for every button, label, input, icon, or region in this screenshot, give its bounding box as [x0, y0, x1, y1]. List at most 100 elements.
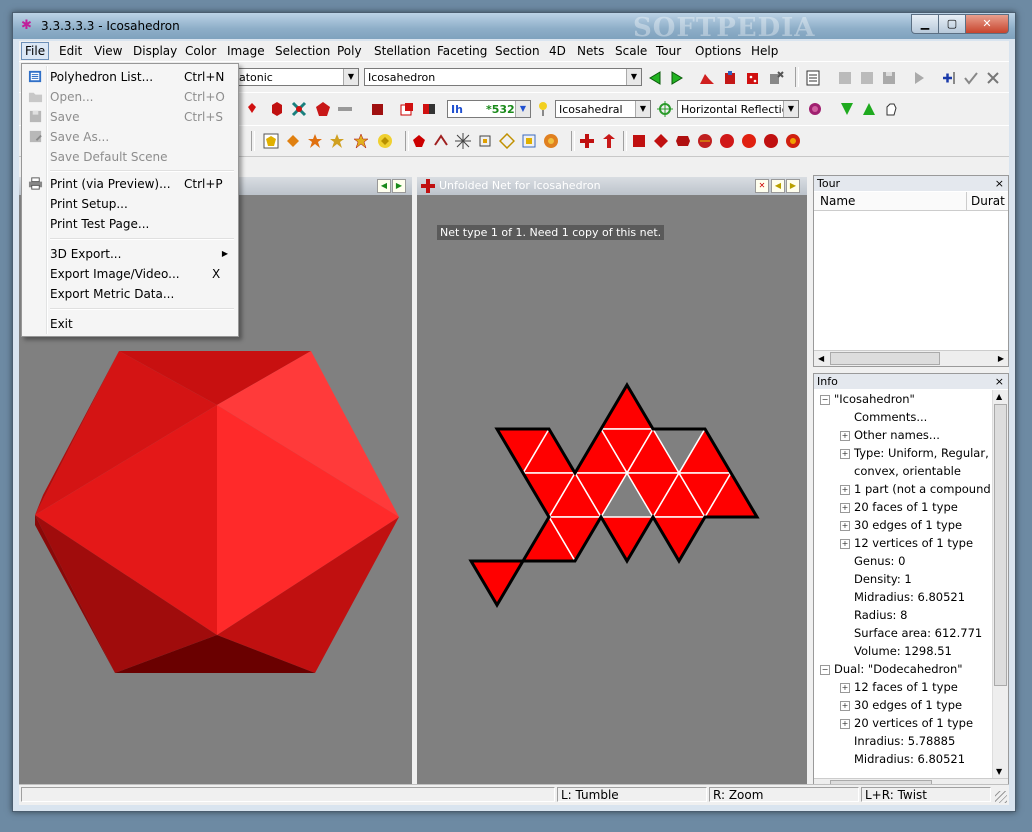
reflection-combo[interactable]: Horizontal Reflection ▼ — [677, 100, 799, 118]
info-vscrollbar[interactable]: ▲ ▼ — [992, 390, 1008, 778]
chevron-down-icon[interactable]: ▼ — [783, 101, 798, 117]
delete-poly-icon[interactable] — [768, 70, 784, 86]
menu-help[interactable]: Help — [751, 44, 778, 58]
symmetry-group-field[interactable]: Ih *532 ▼ — [447, 100, 531, 118]
poly-e-icon[interactable] — [369, 101, 385, 117]
menu-item-3d-export[interactable]: 3D Export... ▶ — [24, 244, 236, 264]
info-tree-item[interactable]: +12 vertices of 1 type — [840, 536, 973, 550]
remove-icon[interactable] — [985, 70, 1001, 86]
edit-icon[interactable] — [837, 70, 853, 86]
expand-icon[interactable]: + — [840, 430, 850, 441]
info-tree-item[interactable]: Comments... — [840, 410, 927, 424]
tour-col-duration[interactable]: Durat — [966, 192, 1005, 210]
net-viewport[interactable]: Unfolded Net for Icosahedron ✕ ◀ ▶ — [417, 177, 807, 795]
facet-a-icon[interactable] — [411, 133, 427, 149]
poly-a-icon[interactable] — [247, 101, 263, 117]
minimize-button[interactable]: ▁ — [911, 14, 939, 34]
net-right-arrow-icon[interactable]: ▶ — [786, 179, 800, 193]
menu-tour[interactable]: Tour — [656, 44, 681, 58]
expand-icon[interactable]: + — [840, 502, 850, 513]
facet-f-icon[interactable] — [521, 133, 537, 149]
info-tree-item[interactable]: +20 faces of 1 type — [840, 500, 958, 514]
maximize-button[interactable]: ▢ — [938, 14, 966, 34]
info-tree-item[interactable]: +30 edges of 1 type — [840, 518, 962, 532]
scroll-up-icon[interactable]: ▲ — [996, 392, 1002, 401]
info-tree-item[interactable]: − "Icosahedron" — [820, 392, 915, 406]
info-tree-item[interactable]: + Type: Uniform, Regular, — [840, 446, 989, 460]
collapse-icon[interactable]: − — [820, 394, 830, 405]
cube-red-icon[interactable] — [722, 70, 738, 86]
tour-col-name[interactable]: Name — [820, 192, 855, 210]
cube-frame-icon[interactable] — [399, 101, 415, 117]
resize-grip-icon[interactable] — [995, 791, 1007, 803]
compound-h-icon[interactable] — [785, 133, 801, 149]
info-tree-item[interactable]: Genus: 0 — [840, 554, 905, 568]
menu-item-print-setup[interactable]: Print Setup... — [24, 194, 236, 214]
cube-split-icon[interactable] — [421, 101, 437, 117]
shape-green-icon[interactable] — [839, 101, 855, 117]
menu-item-save-default-scene[interactable]: Save Default Scene — [24, 147, 236, 167]
menu-color[interactable]: Color — [185, 44, 216, 58]
poly-b-icon[interactable] — [269, 101, 285, 117]
stellate-c-icon[interactable] — [307, 133, 323, 149]
expand-icon[interactable]: + — [840, 718, 850, 729]
play-icon[interactable] — [911, 70, 927, 86]
menu-edit[interactable]: Edit — [59, 44, 82, 58]
expand-icon[interactable]: + — [840, 484, 850, 495]
info-tree-item[interactable]: − Dual: "Dodecahedron" — [820, 662, 963, 676]
expand-icon[interactable]: + — [840, 448, 850, 459]
facet-d-icon[interactable] — [477, 133, 493, 149]
save-disk-icon[interactable] — [881, 70, 897, 86]
info-tree-item[interactable]: convex, orientable — [840, 464, 961, 478]
menu-item-save-as[interactable]: Save As... — [24, 127, 236, 147]
scroll-thumb[interactable] — [830, 352, 940, 365]
menu-options[interactable]: Options — [695, 44, 741, 58]
add-icon[interactable] — [941, 70, 957, 86]
hand-icon[interactable] — [883, 101, 899, 117]
facet-e-icon[interactable] — [499, 133, 515, 149]
scroll-thumb[interactable] — [994, 404, 1007, 686]
menu-image[interactable]: Image — [227, 44, 265, 58]
close-icon[interactable]: × — [995, 374, 1004, 389]
scroll-left-icon[interactable]: ◀ — [818, 354, 824, 363]
mirror-icon[interactable] — [535, 101, 551, 117]
menu-item-open[interactable]: Open... Ctrl+O — [24, 87, 236, 107]
menu-item-exit[interactable]: Exit — [24, 314, 236, 334]
info-tree-item[interactable]: Midradius: 6.80521 — [840, 752, 965, 766]
compound-c-icon[interactable] — [675, 133, 691, 149]
scroll-right-icon[interactable]: ▶ — [998, 354, 1004, 363]
menu-4d[interactable]: 4D — [549, 44, 566, 58]
facet-c-icon[interactable] — [455, 133, 471, 149]
info-tree-item[interactable]: Volume: 1298.51 — [840, 644, 952, 658]
tour-hscrollbar[interactable]: ◀ ▶ — [814, 350, 1008, 366]
info-tree-item[interactable]: +20 vertices of 1 type — [840, 716, 973, 730]
info-tree-item[interactable]: Radius: 8 — [840, 608, 907, 622]
compound-b-icon[interactable] — [653, 133, 669, 149]
info-tree-item[interactable]: +12 faces of 1 type — [840, 680, 958, 694]
menu-stellation[interactable]: Stellation — [374, 44, 431, 58]
crosshair-icon[interactable] — [657, 101, 673, 117]
menu-selection[interactable]: Selection — [275, 44, 330, 58]
expand-icon[interactable]: + — [840, 538, 850, 549]
menu-view[interactable]: View — [94, 44, 122, 58]
polyhedron-combo[interactable]: Icosahedron ▼ — [364, 68, 642, 86]
previous-arrow-icon[interactable] — [647, 70, 663, 86]
expand-icon[interactable]: + — [840, 700, 850, 711]
close-button[interactable]: ✕ — [965, 14, 1009, 34]
net-close-icon[interactable]: ✕ — [755, 179, 769, 193]
stellate-e-icon[interactable] — [353, 133, 369, 149]
close-icon[interactable]: × — [995, 176, 1004, 191]
menu-faceting[interactable]: Faceting — [437, 44, 487, 58]
cross-icon[interactable] — [579, 133, 595, 149]
scroll-down-icon[interactable]: ▼ — [996, 767, 1002, 776]
title-bar[interactable]: ✱ 3.3.3.3.3 - Icosahedron SOFTPEDIA ▁ ▢ … — [13, 13, 1015, 43]
menu-file[interactable]: File — [21, 42, 50, 60]
menu-section[interactable]: Section — [495, 44, 540, 58]
dice-icon[interactable] — [745, 70, 761, 86]
check-icon[interactable] — [963, 70, 979, 86]
info-tree-item[interactable]: Inradius: 5.78885 — [840, 734, 955, 748]
stellate-f-icon[interactable] — [377, 133, 393, 149]
info-tree-item[interactable]: Midradius: 6.80521 — [840, 590, 965, 604]
menu-nets[interactable]: Nets — [577, 44, 604, 58]
info-tree-item[interactable]: Surface area: 612.771 — [840, 626, 982, 640]
